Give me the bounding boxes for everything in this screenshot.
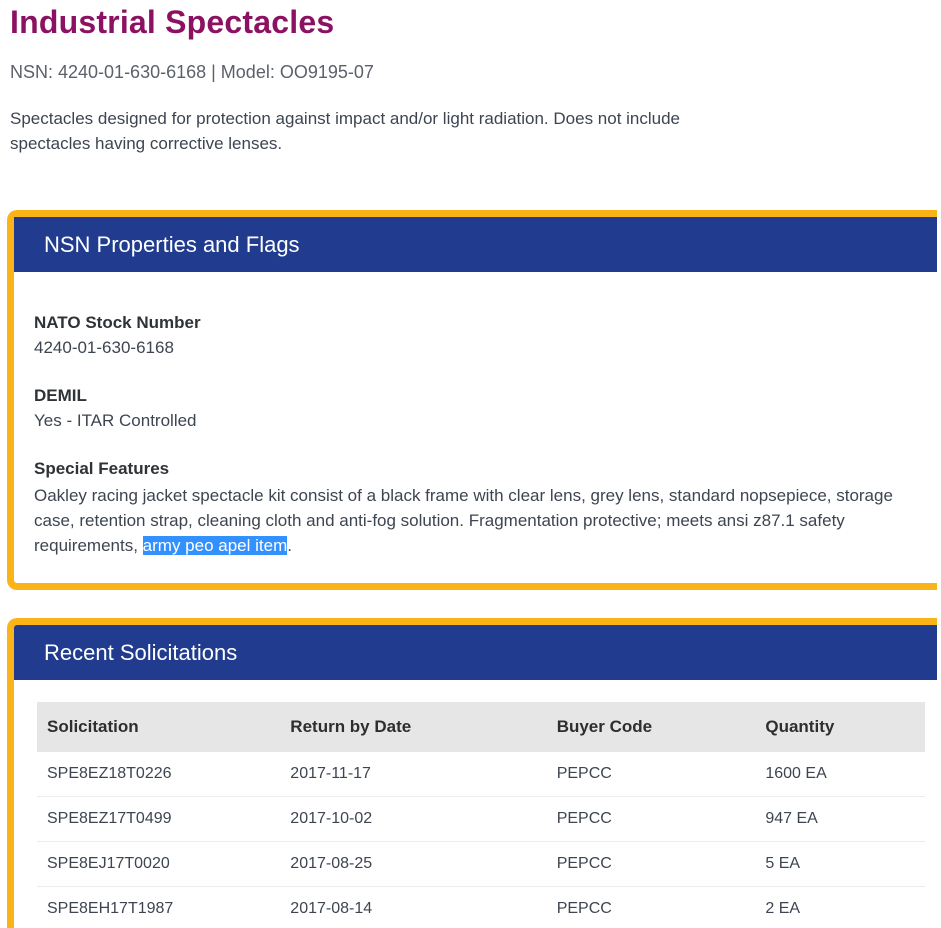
field-label: DEMIL — [34, 385, 925, 407]
selected-text: army peo apel item — [143, 536, 288, 555]
recent-solicitations-header: Recent Solicitations — [14, 625, 937, 680]
field-value: Yes - ITAR Controlled — [34, 410, 925, 432]
field-special-features: Special Features Oakley racing jacket sp… — [34, 458, 925, 558]
cell-return-by-date: 2017-10-02 — [280, 797, 546, 842]
table-row: SPE8EJ17T0020 2017-08-25 PEPCC 5 EA — [37, 842, 925, 887]
cell-return-by-date: 2017-08-14 — [280, 887, 546, 928]
cell-return-by-date: 2017-08-25 — [280, 842, 546, 887]
cell-buyer-code: PEPCC — [547, 887, 756, 928]
nsn-properties-header: NSN Properties and Flags — [14, 217, 937, 272]
cell-solicitation: SPE8EZ18T0226 — [37, 752, 280, 797]
cell-quantity: 947 EA — [755, 797, 925, 842]
field-value: 4240-01-630-6168 — [34, 337, 925, 359]
cell-buyer-code: PEPCC — [547, 842, 756, 887]
column-header-return-by-date: Return by Date — [280, 702, 546, 752]
nsn-properties-section: NSN Properties and Flags NATO Stock Numb… — [7, 210, 937, 590]
solicitations-table-wrap: Solicitation Return by Date Buyer Code Q… — [14, 680, 937, 928]
column-header-solicitation: Solicitation — [37, 702, 280, 752]
field-label: Special Features — [34, 458, 925, 480]
table-row: SPE8EZ18T0226 2017-11-17 PEPCC 1600 EA — [37, 752, 925, 797]
field-demil: DEMIL Yes - ITAR Controlled — [34, 385, 925, 432]
field-nato-stock-number: NATO Stock Number 4240-01-630-6168 — [34, 312, 925, 359]
solicitations-table: Solicitation Return by Date Buyer Code Q… — [37, 702, 925, 928]
cell-buyer-code: PEPCC — [547, 752, 756, 797]
features-text-after: . — [287, 536, 292, 555]
cell-quantity: 5 EA — [755, 842, 925, 887]
cell-solicitation: SPE8EJ17T0020 — [37, 842, 280, 887]
cell-buyer-code: PEPCC — [547, 797, 756, 842]
cell-solicitation: SPE8EZ17T0499 — [37, 797, 280, 842]
nsn-detail-page: { "page": { "title": "Industrial Spectac… — [0, 4, 941, 887]
nsn-model-subtitle: NSN: 4240-01-630-6168 | Model: OO9195-07 — [10, 61, 941, 83]
field-label: NATO Stock Number — [34, 312, 925, 334]
table-header-row: Solicitation Return by Date Buyer Code Q… — [37, 702, 925, 752]
cell-quantity: 2 EA — [755, 887, 925, 928]
column-header-quantity: Quantity — [755, 702, 925, 752]
recent-solicitations-section: Recent Solicitations Solicitation Return… — [7, 618, 937, 928]
cell-return-by-date: 2017-11-17 — [280, 752, 546, 797]
table-row: SPE8EH17T1987 2017-08-14 PEPCC 2 EA — [37, 887, 925, 928]
cell-solicitation: SPE8EH17T1987 — [37, 887, 280, 928]
table-row: SPE8EZ17T0499 2017-10-02 PEPCC 947 EA — [37, 797, 925, 842]
cell-quantity: 1600 EA — [755, 752, 925, 797]
nsn-properties-content: NATO Stock Number 4240-01-630-6168 DEMIL… — [14, 272, 937, 583]
item-description: Spectacles designed for protection again… — [10, 106, 700, 156]
special-features-text: Oakley racing jacket spectacle kit consi… — [34, 483, 922, 558]
column-header-buyer-code: Buyer Code — [547, 702, 756, 752]
page-title: Industrial Spectacles — [10, 4, 941, 40]
